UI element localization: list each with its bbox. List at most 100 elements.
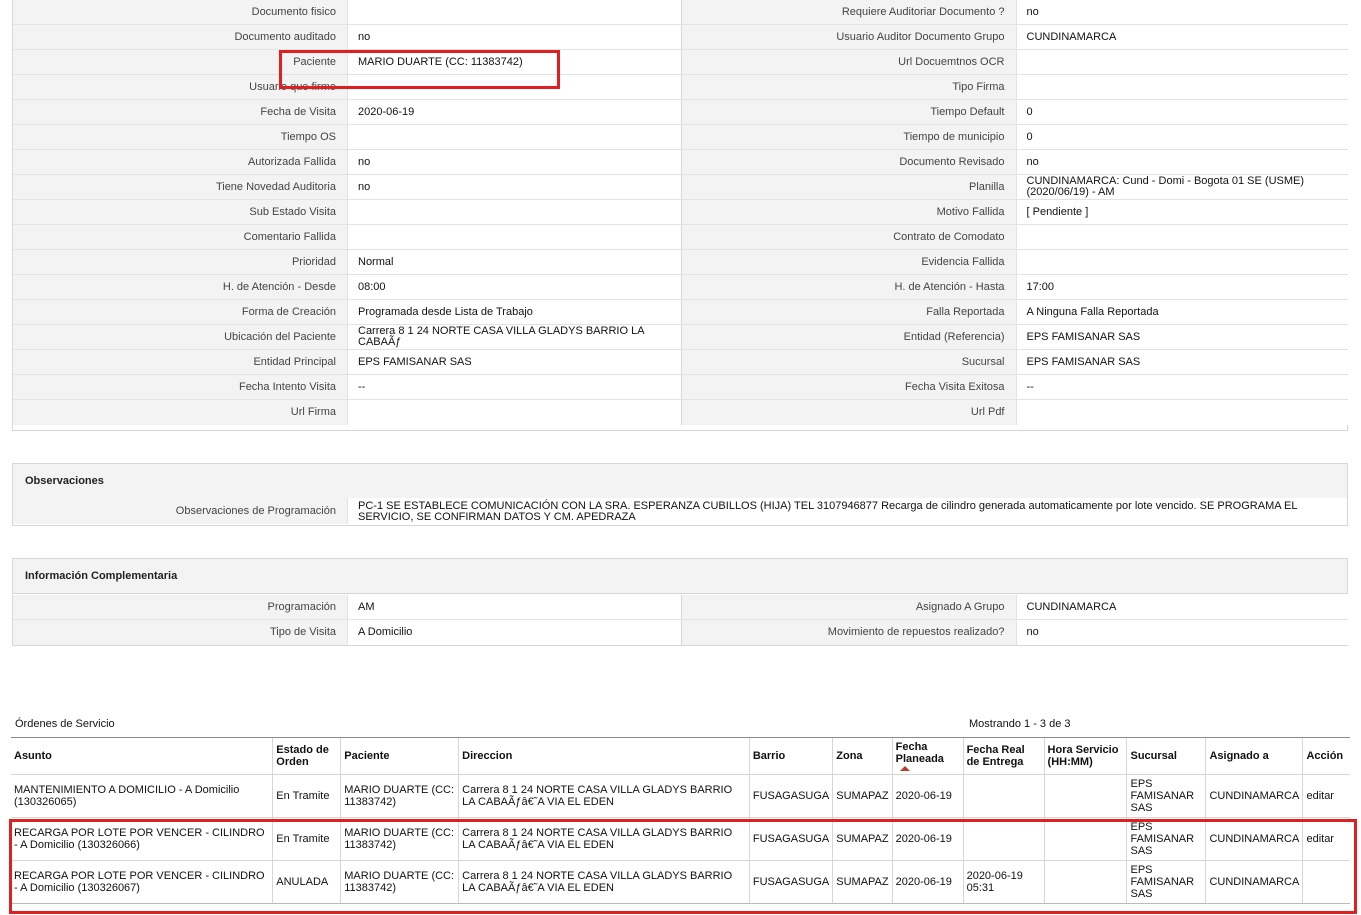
column-header-label: Fecha Planeada — [895, 741, 944, 765]
cell-estado-de-orden: En Tramite — [272, 774, 341, 818]
column-header-barrio[interactable]: Barrio — [748, 737, 833, 775]
detail-row: Ubicación del Paciente Carrera 8 1 24 NOR… — [13, 325, 1349, 350]
field-label-fecha-de-visita: Fecha de Visita — [13, 100, 347, 124]
column-header-label: Asignado a — [1209, 750, 1269, 762]
field-label-tiempo-os: Tiempo OS — [13, 125, 347, 149]
column-header-hora-servicio-hh-mm[interactable]: Hora Servicio (HH:MM) — [1043, 737, 1127, 775]
observaciones-header: Observaciones — [12, 463, 1348, 499]
column-header-label: Estado de Orden — [276, 744, 329, 768]
cell-zona: SUMAPAZ — [832, 860, 893, 904]
column-header-fecha-real-de-entrega[interactable]: Fecha Real de Entrega — [962, 737, 1045, 775]
cell-fecha-real-de-entrega — [962, 817, 1045, 861]
orders-table: Asunto Estado de Orden Paciente Direccion Ba… — [11, 737, 1350, 904]
cell-sucursal: EPS FAMISANAR SAS — [1126, 817, 1206, 861]
detail-row: Documento fisico Requiere Auditoriar Docu… — [13, 0, 1349, 25]
detail-row: H. de Atención - Desde 08:00 H. de Atenció… — [13, 275, 1349, 300]
cell-sucursal: EPS FAMISANAR SAS — [1126, 860, 1206, 904]
cell-sucursal: EPS FAMISANAR SAS — [1126, 774, 1206, 818]
field-value-sucursal: EPS FAMISANAR SAS — [1015, 350, 1349, 374]
field-label-tipo-de-visita: Tipo de Visita — [13, 620, 347, 645]
cell-direccion: Carrera 8 1 24 NORTE CASA VILLA GLADYS B… — [458, 774, 750, 818]
field-label-fecha-intento-visita: Fecha Intento Visita — [13, 375, 347, 399]
cell-hora-servicio-hh-mm — [1043, 817, 1127, 861]
field-value-asignado-a-grupo: CUNDINAMARCA — [1015, 595, 1349, 619]
field-value-entidad-principal: EPS FAMISANAR SAS — [347, 350, 681, 374]
field-value-tiene-novedad-auditoria: no — [347, 175, 681, 199]
column-header-sucursal[interactable]: Sucursal — [1126, 737, 1206, 775]
column-header-asunto[interactable]: Asunto — [11, 737, 273, 775]
field-value-documento-auditado: no — [347, 25, 681, 49]
cell-asunto: RECARGA POR LOTE POR VENCER - CILINDRO -… — [11, 860, 273, 904]
cell-barrio: FUSAGASUGA — [748, 817, 833, 861]
column-header-label: Hora Servicio (HH:MM) — [1047, 744, 1119, 768]
cell-hora-servicio-hh-mm — [1043, 860, 1127, 904]
column-header-zona[interactable]: Zona — [832, 737, 893, 775]
column-header-label: Sucursal — [1130, 750, 1177, 762]
field-label-entidad-principal: Entidad Principal — [13, 350, 347, 374]
orders-header-row: Asunto Estado de Orden Paciente Direccion Ba… — [11, 737, 1350, 775]
field-label-contrato-de-comodato: Contrato de Comodato — [682, 225, 1016, 249]
field-value-prioridad: Normal — [347, 250, 681, 274]
info-complementaria-header: Información Complementaria — [12, 558, 1348, 594]
field-label-evidencia-fallida: Evidencia Fallida — [682, 250, 1016, 274]
field-value-url-firma — [347, 400, 681, 425]
orders-title: Órdenes de Servicio — [15, 718, 115, 730]
field-label-ubicacion-del-paciente: Ubicación del Paciente — [13, 325, 347, 349]
field-value-fecha-de-visita: 2020-06-19 — [347, 100, 681, 124]
field-label-tiempo-de-municipio: Tiempo de municipio — [682, 125, 1016, 149]
field-value-falla-reportada: A Ninguna Falla Reportada — [1015, 300, 1349, 324]
orders-count: Mostrando 1 - 3 de 3 — [969, 718, 1071, 730]
edit-link[interactable]: editar — [1302, 774, 1350, 818]
cell-asunto: RECARGA POR LOTE POR VENCER - CILINDRO -… — [11, 817, 273, 861]
column-header-label: Asunto — [14, 750, 52, 762]
field-label-usuario-que-firmo: Usuario que firmo — [13, 75, 347, 99]
field-value-sub-estado-visita — [347, 200, 681, 224]
table-row: RECARGA POR LOTE POR VENCER - CILINDRO -… — [11, 817, 1350, 861]
column-header-label: Fecha Real de Entrega — [966, 744, 1025, 768]
field-label-programacion: Programación — [13, 595, 347, 619]
field-label: Observaciones de Programación — [13, 498, 347, 524]
field-value-url-pdf — [1015, 400, 1349, 425]
field-label-paciente: Paciente — [13, 50, 347, 74]
field-value-motivo-fallida: [ Pendiente ] — [1015, 200, 1349, 224]
detail-row: Comentario Fallida Contrato de Comodato — [13, 225, 1349, 250]
field-label-sub-estado-visita: Sub Estado Visita — [13, 200, 347, 224]
field-label-h-de-atencion-desde: H. de Atención - Desde — [13, 275, 347, 299]
field-value-entidad-referencia: EPS FAMISANAR SAS — [1015, 325, 1349, 349]
field-label-url-pdf: Url Pdf — [682, 400, 1016, 425]
detail-row: Autorizada Fallida no Documento Revisado no — [13, 150, 1349, 175]
column-header-label: Direccion — [462, 750, 513, 762]
cell-fecha-planeada: 2020-06-19 — [891, 774, 964, 818]
detail-row: Fecha Intento Visita -- Fecha Visita Exito… — [13, 375, 1349, 400]
column-header-label: Zona — [836, 750, 863, 762]
field-value-h-de-atencion-hasta: 17:00 — [1015, 275, 1349, 299]
field-value-usuario-que-firmo — [347, 75, 681, 99]
field-value-usuario-auditor-documento-grupo: CUNDINAMARCA — [1015, 25, 1349, 49]
column-header-direccion[interactable]: Direccion — [458, 737, 750, 775]
field-label-tipo-firma: Tipo Firma — [682, 75, 1016, 99]
field-label-movimiento-de-repuestos-realizado: Movimiento de repuestos realizado? — [682, 620, 1016, 645]
table-row: MANTENIMIENTO A DOMICILIO - A Domicilio … — [11, 774, 1350, 818]
cell-fecha-planeada: 2020-06-19 — [891, 817, 964, 861]
cell-zona: SUMAPAZ — [832, 774, 893, 818]
column-header-paciente[interactable]: Paciente — [340, 737, 459, 775]
edit-link[interactable]: editar — [1302, 817, 1350, 861]
cell-estado-de-orden: En Tramite — [272, 817, 341, 861]
detail-row: Prioridad Normal Evidencia Fallida — [13, 250, 1349, 275]
field-value-documento-revisado: no — [1015, 150, 1349, 174]
field-label-requiere-auditoriar-documento: Requiere Auditoriar Documento ? — [682, 0, 1016, 24]
column-header-estado-de-orden[interactable]: Estado de Orden — [272, 737, 341, 775]
field-value-requiere-auditoriar-documento: no — [1015, 0, 1349, 24]
column-header-accion[interactable]: Acción — [1302, 737, 1350, 775]
cell-zona: SUMAPAZ — [832, 817, 893, 861]
detail-row: Programación AM Asignado A Grupo CUNDINAMAR… — [13, 595, 1349, 620]
column-header-asignado-a[interactable]: Asignado a — [1205, 737, 1303, 775]
field-label-documento-auditado: Documento auditado — [13, 25, 347, 49]
edit-link — [1302, 860, 1350, 904]
field-label-url-firma: Url Firma — [13, 400, 347, 425]
detail-row: Url Firma Url Pdf — [13, 400, 1349, 425]
field-label-url-docuemtnos-ocr: Url Docuemtnos OCR — [682, 50, 1016, 74]
field-label-fecha-visita-exitosa: Fecha Visita Exitosa — [682, 375, 1016, 399]
column-header-fecha-planeada[interactable]: Fecha Planeada — [891, 737, 964, 775]
observaciones-value: PC-1 SE ESTABLECE COMUNICACIÓN CON LA SR… — [347, 498, 1347, 524]
